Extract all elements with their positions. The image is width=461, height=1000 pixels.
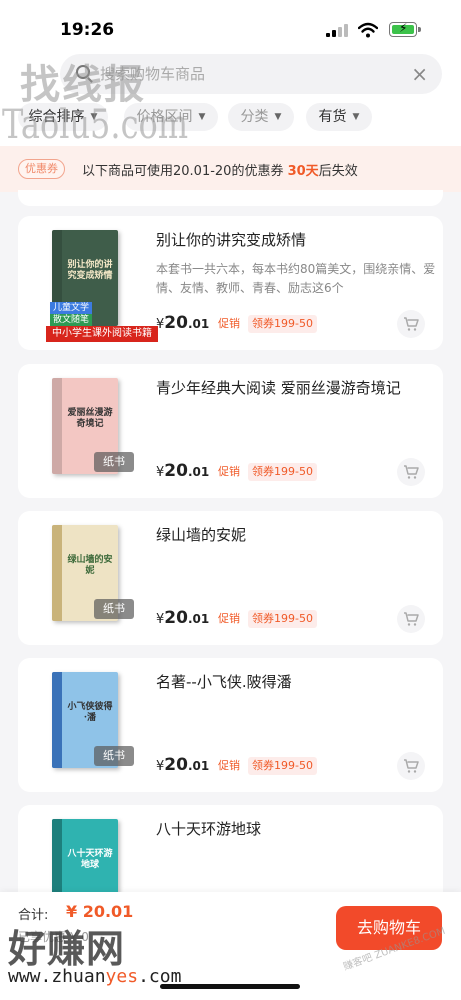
- filter-in-stock[interactable]: 有货 ▼: [306, 103, 372, 131]
- list-card-partial: [18, 190, 443, 206]
- product-title[interactable]: 名著--小飞侠.陂得潘: [156, 672, 436, 692]
- cover-title: 八十天环游地球: [67, 849, 113, 870]
- cover-badge: 儿童文学: [50, 302, 93, 314]
- price-dec: .01: [187, 465, 210, 479]
- caret-down-icon: ▼: [198, 112, 206, 122]
- coupon-pill[interactable]: 领券199-50: [248, 757, 317, 775]
- filter-category-label: 分类: [240, 109, 269, 125]
- coupon-banner: 优惠券 以下商品可使用20.01-20的优惠券 30天后失效: [0, 146, 461, 192]
- promo-tag: 促销: [218, 759, 240, 772]
- product-card[interactable]: 别让你的讲究变成矫情 儿童文学 散文随笔 中小学生课外阅读书籍 别让你的讲究变成…: [18, 216, 443, 350]
- paper-book-tag: 纸书: [94, 746, 134, 766]
- paper-book-tag: 纸书: [94, 452, 134, 472]
- coupon-tag: 优惠券: [18, 159, 65, 179]
- status-bar: 19:26 ⚡: [0, 0, 461, 50]
- cover-banner: 中小学生课外阅读书籍: [46, 326, 158, 342]
- product-title[interactable]: 青少年经典大阅读 爱丽丝漫游奇境记: [156, 378, 436, 398]
- coupon-pill[interactable]: 领券199-50: [248, 463, 317, 481]
- coupon-days: 30天: [287, 164, 319, 179]
- filter-category[interactable]: 分类 ▼: [228, 103, 294, 131]
- product-card[interactable]: 绿山墙的安妮 纸书 绿山墙的安妮 ¥20.01 促销 领券199-50: [18, 511, 443, 645]
- wifi-icon: [358, 22, 378, 38]
- watermark-taolu: Taolu5.com: [2, 102, 189, 148]
- watermark-bottom: 好赚网: [8, 927, 126, 971]
- filter-in-stock-label: 有货: [318, 109, 347, 125]
- price-int: 20: [164, 313, 188, 333]
- paper-book-tag: 纸书: [94, 599, 134, 619]
- add-to-cart-button[interactable]: [397, 458, 425, 486]
- watermark-url-prefix: www.zhuan: [8, 966, 106, 987]
- product-price: ¥20.01: [156, 609, 209, 629]
- signal-icon: [326, 24, 348, 37]
- add-to-cart-button[interactable]: [397, 605, 425, 633]
- product-price: ¥20.01: [156, 756, 209, 776]
- cart-icon: [404, 612, 419, 626]
- cart-icon: [404, 759, 419, 773]
- cover-badge: 散文随笔: [50, 314, 93, 326]
- home-indicator[interactable]: [160, 984, 300, 989]
- price-int: 20: [164, 461, 188, 481]
- price-int: 20: [164, 608, 188, 628]
- coupon-text-main: 以下商品可使用20.01-20的优惠券: [82, 164, 284, 179]
- product-card[interactable]: 八十天环游地球 八十天环游地球: [18, 805, 443, 915]
- price-int: 20: [164, 755, 188, 775]
- cover-title: 爱丽丝漫游奇境记: [67, 408, 113, 429]
- promo-tag: 促销: [218, 465, 240, 478]
- product-price: ¥20.01: [156, 314, 209, 334]
- promo-tag: 促销: [218, 612, 240, 625]
- cover-title: 绿山墙的安妮: [67, 555, 113, 576]
- close-icon[interactable]: ×: [411, 62, 428, 86]
- promo-tag: 促销: [218, 317, 240, 330]
- price-dec: .01: [187, 317, 210, 331]
- product-desc: 本套书一共六本，每本书约80篇美文，围绕亲情、爱情、友情、教师、青春、励志这6个: [156, 262, 436, 295]
- price-dec: .01: [187, 612, 210, 626]
- coupon-text: 以下商品可使用20.01-20的优惠券 30天后失效: [82, 160, 358, 179]
- coupon-suffix: 后失效: [318, 164, 358, 179]
- add-to-cart-button[interactable]: [397, 310, 425, 338]
- add-to-cart-button[interactable]: [397, 752, 425, 780]
- watermark-url-highlight: yes: [105, 966, 139, 987]
- cart-icon: [404, 317, 419, 331]
- watermark-url: www.zhuanyes.com: [8, 966, 181, 987]
- cart-icon: [404, 465, 419, 479]
- coupon-pill[interactable]: 领券199-50: [248, 610, 317, 628]
- price-dec: .01: [187, 759, 210, 773]
- product-title[interactable]: 别让你的讲究变成矫情: [156, 230, 436, 250]
- cover-title: 小飞侠彼得·潘: [67, 702, 113, 723]
- product-card[interactable]: 爱丽丝漫游奇境记 纸书 青少年经典大阅读 爱丽丝漫游奇境记 ¥20.01 促销 …: [18, 364, 443, 498]
- product-card[interactable]: 小飞侠彼得·潘 纸书 名著--小飞侠.陂得潘 ¥20.01 促销 领券199-5…: [18, 658, 443, 792]
- status-time: 19:26: [60, 20, 115, 40]
- battery-icon: ⚡: [389, 21, 421, 37]
- product-title[interactable]: 绿山墙的安妮: [156, 525, 436, 545]
- coupon-pill[interactable]: 领券199-50: [248, 315, 317, 333]
- cover-title: 别让你的讲究变成矫情: [67, 260, 113, 281]
- caret-down-icon: ▼: [352, 112, 360, 122]
- product-price: ¥20.01: [156, 462, 209, 482]
- caret-down-icon: ▼: [274, 112, 282, 122]
- product-title[interactable]: 八十天环游地球: [156, 819, 436, 839]
